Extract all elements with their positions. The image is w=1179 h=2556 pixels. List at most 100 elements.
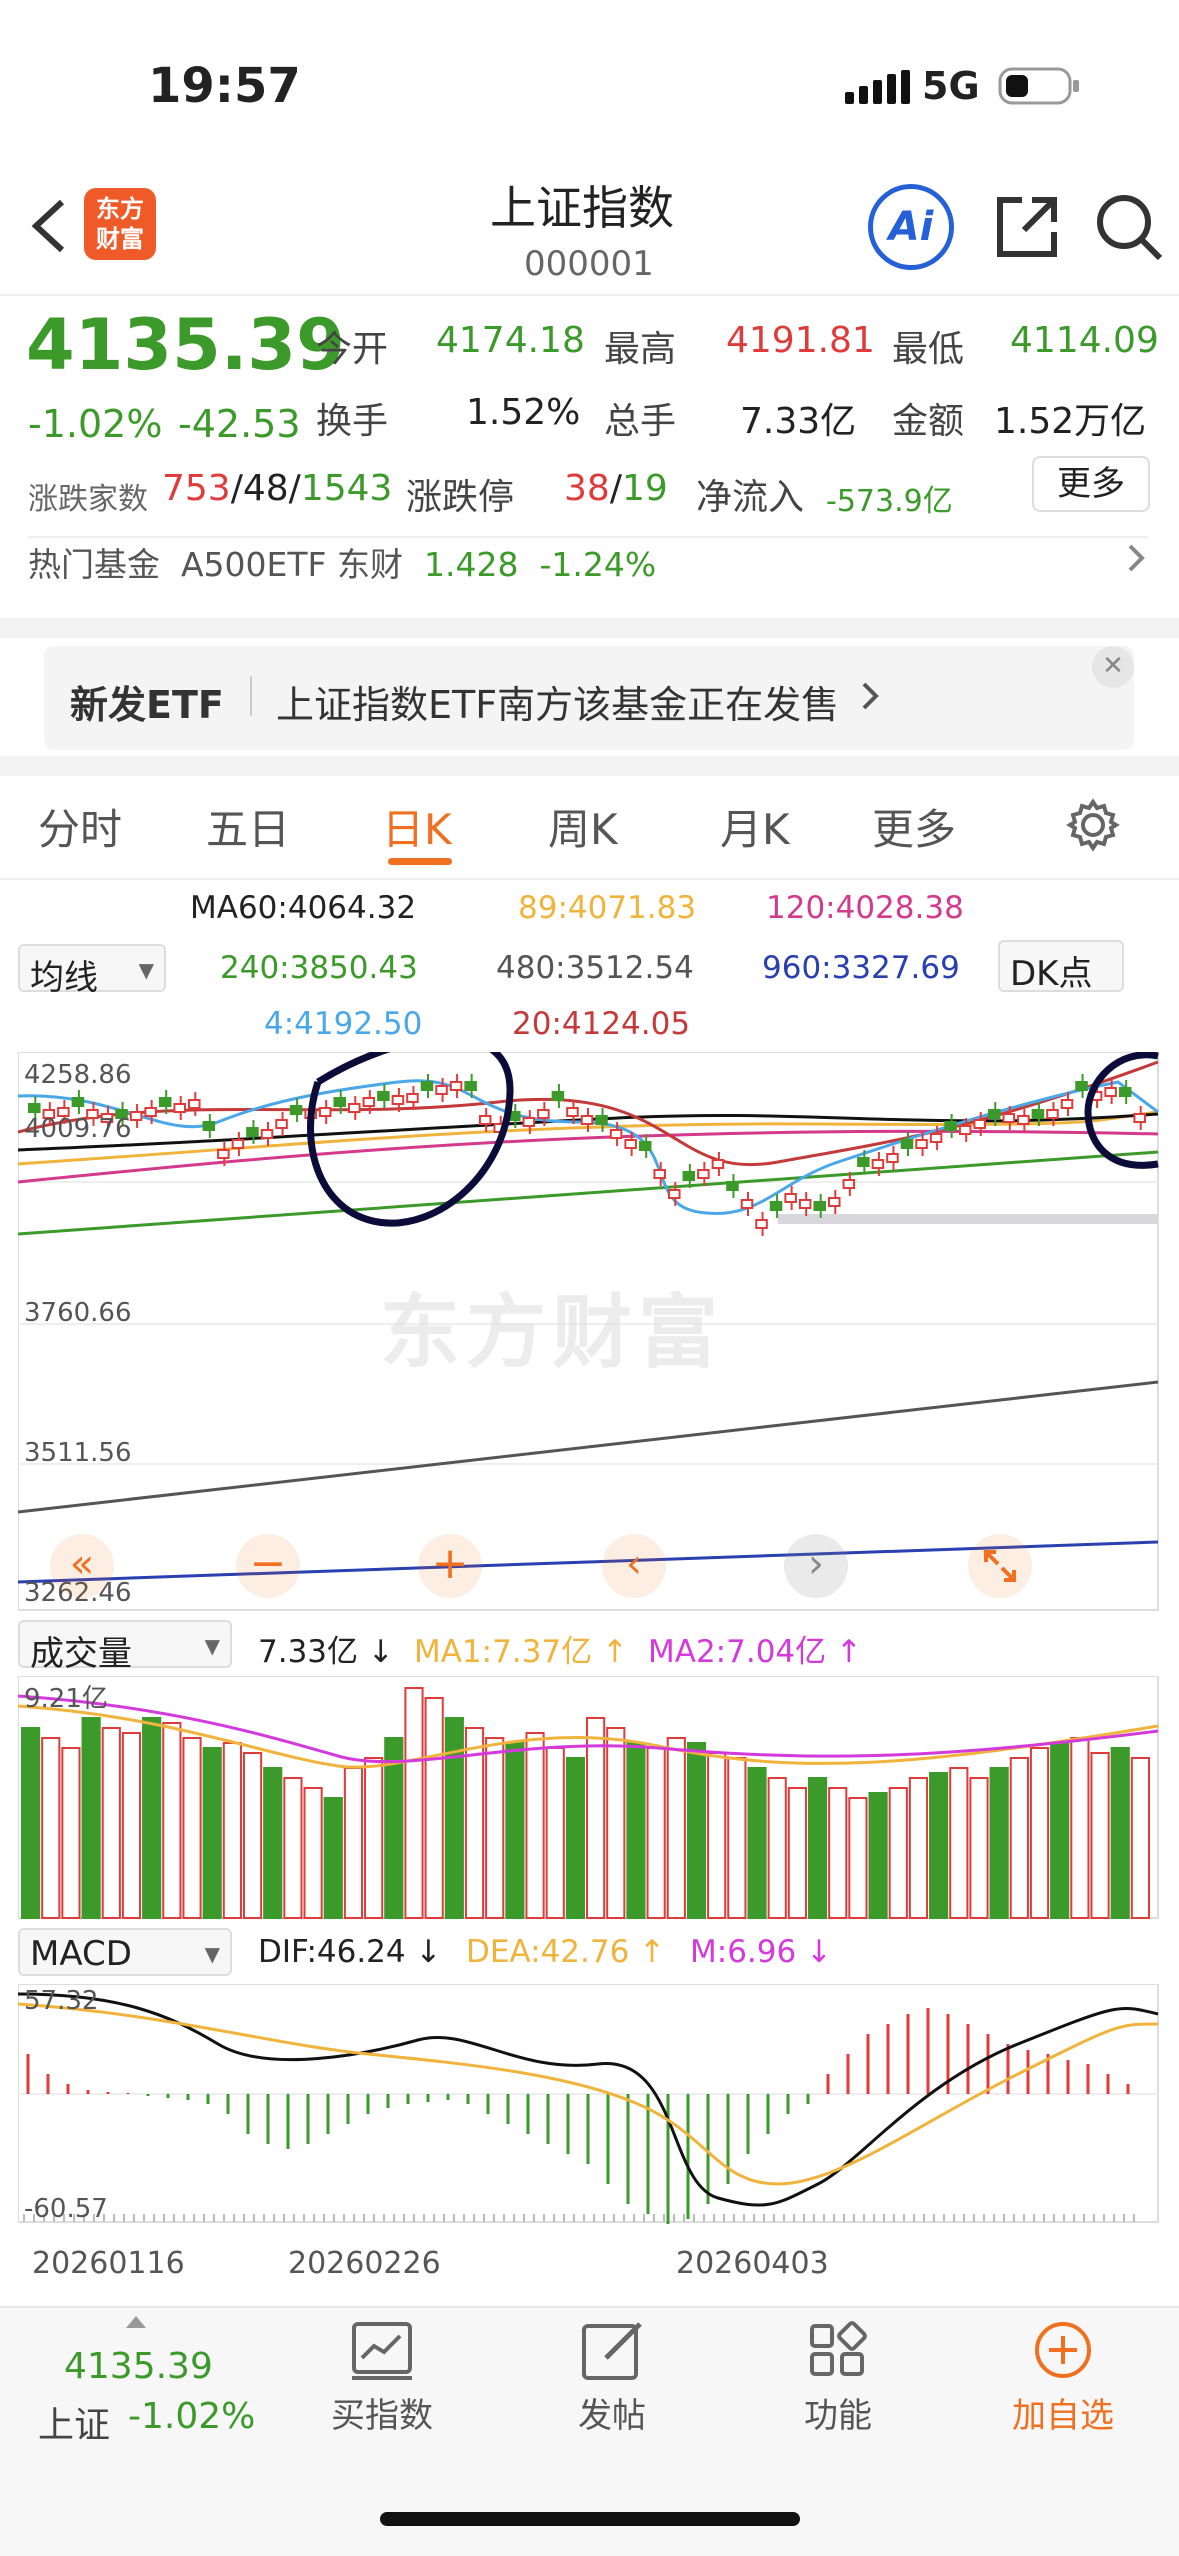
breadth-values: 753/48/1543: [162, 468, 393, 509]
chevron-right-icon[interactable]: ›: [784, 1534, 848, 1598]
zoom-in-icon[interactable]: +: [418, 1534, 482, 1598]
candle-body: [348, 1103, 361, 1113]
chevron-left-icon[interactable]: ‹: [602, 1534, 666, 1598]
ma240-label: 240:3850.43: [220, 950, 418, 986]
gear-icon[interactable]: [1066, 798, 1120, 856]
volume-bar: [81, 1717, 101, 1919]
close-icon[interactable]: ✕: [1092, 646, 1134, 688]
candle-body: [886, 1153, 899, 1163]
volume-bar: [121, 1732, 142, 1919]
candle-body: [217, 1149, 230, 1159]
post-button[interactable]: 发帖: [560, 2320, 664, 2450]
ma89-label: 89:4071.83: [518, 890, 697, 926]
volume-bar: [929, 1772, 949, 1919]
bottom-price: 4135.39: [64, 2346, 213, 2387]
add-watchlist-button[interactable]: 加自选: [1004, 2320, 1122, 2450]
macd-selector[interactable]: MACD ▼: [18, 1928, 232, 1976]
volume-bar: [908, 1777, 929, 1919]
fullscreen-icon[interactable]: [968, 1534, 1032, 1598]
battery-icon: [998, 66, 1082, 110]
volume-bar: [626, 1742, 646, 1919]
section-gap: [0, 756, 1179, 776]
volume-bar: [666, 1737, 686, 1919]
candle-body: [595, 1115, 608, 1125]
candle-body: [231, 1139, 245, 1149]
buy-index-button[interactable]: 买指数: [330, 2320, 434, 2450]
tab-more[interactable]: 更多: [872, 796, 956, 857]
hot-fund-row[interactable]: 热门基金 A500ETF 东财 1.428 -1.24%: [28, 538, 656, 584]
candle-body: [420, 1081, 434, 1091]
dk-selector[interactable]: DK点: [998, 940, 1124, 994]
candle-body: [478, 1115, 492, 1125]
tab-intraday[interactable]: 分时: [38, 796, 122, 857]
candle-body: [144, 1107, 157, 1117]
back-icon[interactable]: [24, 196, 72, 260]
candle-body: [202, 1121, 216, 1131]
screen: 19:57 5G 东方 财富 上证指数 000001 Ai 4135.39 -1.…: [0, 0, 1179, 2556]
tab-weekly-k[interactable]: 周K: [548, 796, 618, 857]
volume-bar: [686, 1742, 707, 1919]
search-icon[interactable]: [1094, 192, 1164, 266]
volume-bar: [1029, 1747, 1050, 1919]
price-axis-label: 4258.86: [24, 1060, 132, 1090]
divider: [0, 294, 1179, 296]
candle-body: [668, 1189, 681, 1199]
volume-ma1: MA1:7.37亿 ↑: [414, 1634, 628, 1670]
volume-bar: [545, 1747, 565, 1919]
volume-value: 7.33亿: [740, 401, 857, 442]
watermark: 东方财富: [380, 1286, 724, 1379]
volume-bar: [848, 1797, 868, 1919]
chevron-right-icon: [860, 680, 880, 716]
volume-bar: [1050, 1742, 1070, 1919]
home-indicator: [380, 2512, 800, 2526]
share-icon[interactable]: [992, 192, 1062, 266]
ma-selector[interactable]: 均线 ▼: [18, 944, 166, 998]
volume-bar: [424, 1697, 444, 1919]
open-label: 今开: [316, 329, 389, 370]
caret-up-icon: [126, 2316, 146, 2328]
candle-body: [188, 1099, 201, 1109]
etf-banner[interactable]: 新发ETF 上证指数ETF南方该基金正在发售 ✕: [44, 646, 1134, 750]
candle-body: [464, 1081, 477, 1091]
candle-body: [755, 1219, 768, 1229]
candle-body: [449, 1081, 463, 1091]
volume-bar: [41, 1737, 61, 1919]
volume-bar: [61, 1747, 81, 1919]
candle-body: [566, 1107, 579, 1117]
candle-body: [522, 1117, 536, 1127]
tab-daily-k[interactable]: 日K: [382, 796, 452, 857]
tab-five-day[interactable]: 五日: [206, 796, 290, 857]
candle-body: [988, 1109, 1001, 1119]
bottom-pct: -1.02%: [128, 2396, 256, 2437]
candle-body: [318, 1107, 332, 1117]
volume-label: 总手: [604, 401, 677, 442]
rewind-icon[interactable]: «: [50, 1534, 114, 1598]
volume-chart[interactable]: [18, 1676, 1160, 1920]
price-axis-label: 3511.56: [24, 1438, 132, 1468]
candle-body: [798, 1199, 812, 1209]
volume-bar: [222, 1742, 242, 1919]
tab-monthly-k[interactable]: 月K: [720, 796, 790, 857]
volume-bar: [182, 1737, 202, 1919]
candle-body: [551, 1091, 565, 1101]
candle-body: [28, 1103, 41, 1113]
ma120-label: 120:4028.38: [766, 890, 964, 926]
ma480-line: [18, 1380, 1159, 1514]
ai-button[interactable]: Ai: [868, 184, 954, 270]
candle-body: [246, 1127, 259, 1137]
more-button[interactable]: 更多: [1032, 456, 1150, 512]
candle-body: [362, 1097, 376, 1107]
macd-chart[interactable]: [18, 1984, 1160, 2224]
macd-axis-top: 57.32: [24, 1986, 99, 2016]
banner-tag: 新发ETF: [70, 683, 224, 727]
function-button[interactable]: 功能: [786, 2320, 890, 2450]
high-value: 4191.81: [726, 320, 875, 361]
limit-values: 38/19: [564, 468, 668, 509]
volume-bar: [1090, 1752, 1110, 1919]
zoom-out-icon[interactable]: −: [236, 1534, 300, 1598]
volume-selector[interactable]: 成交量 ▼: [18, 1620, 232, 1674]
macd-dif: DIF:46.24 ↓: [258, 1934, 442, 1970]
volume-bar: [868, 1792, 888, 1919]
candle-body: [435, 1085, 448, 1095]
volume-bar: [263, 1767, 283, 1919]
